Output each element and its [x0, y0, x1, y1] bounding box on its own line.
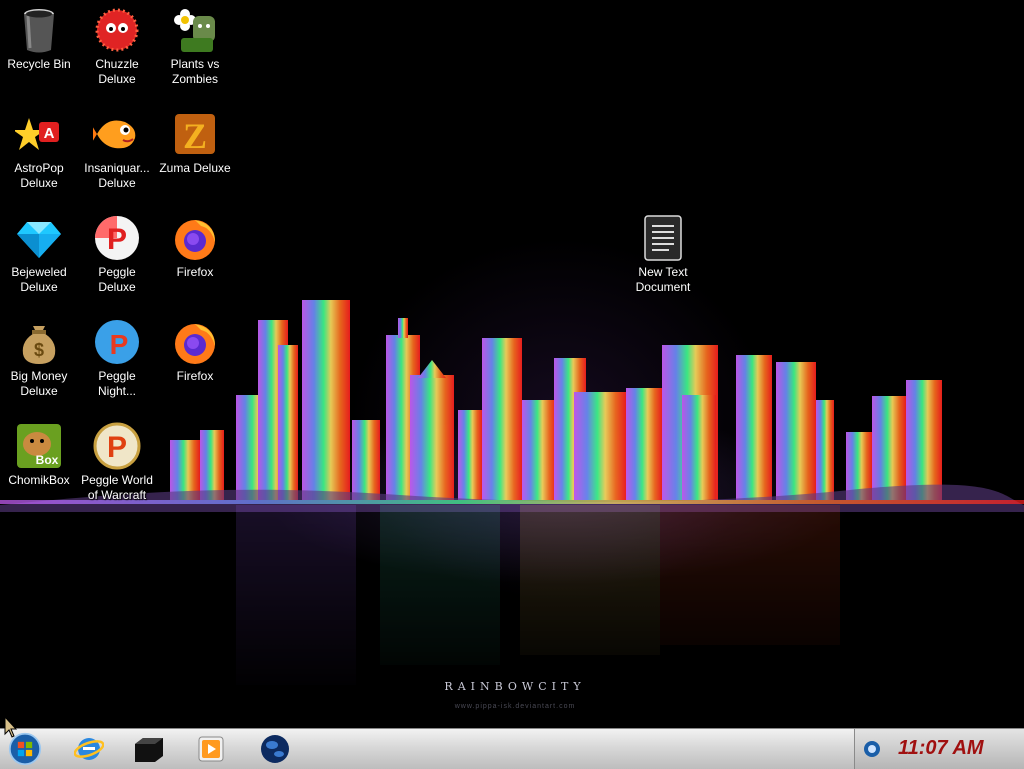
svg-text:Z: Z	[183, 116, 207, 156]
desktop-icon-label: Peggle Night...	[97, 369, 136, 398]
chomikbox-icon: Box	[15, 422, 63, 470]
network-tray-icon	[864, 741, 880, 757]
insaniquarium-icon	[91, 110, 141, 158]
peggle-wow-icon: P	[93, 422, 141, 470]
desktop-icon-label: Plants vs Zombies	[170, 57, 220, 86]
desktop-icon-label: Peggle World of Warcraft	[81, 473, 153, 502]
desktop-icon-big-money[interactable]: $ Big Money Deluxe	[0, 312, 78, 399]
desktop-icon-label: ChomikBox	[8, 473, 70, 487]
chuzzle-icon	[93, 6, 141, 54]
desktop-icon-label: Zuma Deluxe	[159, 161, 231, 175]
wallpaper-credit: www.pippa-isk.deviantart.com	[454, 703, 576, 710]
desktop-icon-label: Big Money Deluxe	[10, 369, 68, 398]
black-box-app-icon	[135, 738, 163, 762]
svg-text:P: P	[107, 431, 127, 464]
taskbar-button-media-player[interactable]	[194, 732, 228, 766]
big-money-icon: $	[15, 318, 63, 366]
clock[interactable]: 11:07 AM	[898, 737, 984, 760]
svg-text:A: A	[44, 125, 55, 142]
svg-text:P: P	[110, 329, 129, 360]
desktop-icon-label: Chuzzle Deluxe	[95, 57, 139, 86]
desktop-icon-peggle-wow[interactable]: P Peggle World of Warcraft	[78, 416, 156, 503]
text-document-icon	[639, 214, 687, 262]
desktop[interactable]: RAINBOWCITY www.pippa-isk.deviantart.com…	[0, 0, 1024, 728]
taskbar-button-globe[interactable]	[258, 732, 292, 766]
peggle-icon: P	[93, 214, 141, 262]
taskbar-button-black-box-app[interactable]	[132, 732, 166, 766]
media-player-icon	[198, 736, 224, 762]
desktop-icon-insaniquarium[interactable]: Insaniquar... Deluxe	[78, 104, 156, 191]
desktop-icon-label: Firefox	[176, 265, 214, 279]
taskbar: 11:07 AM	[0, 728, 1024, 769]
svg-text:P: P	[107, 223, 127, 256]
mouse-cursor-icon	[4, 716, 18, 738]
taskbar-button-internet-explorer[interactable]	[72, 732, 106, 766]
desktop-icon-label: AstroPop Deluxe	[14, 161, 64, 190]
desktop-icon-label: Recycle Bin	[7, 57, 71, 71]
recycle-bin-icon	[15, 6, 63, 54]
desktop-icon-chuzzle[interactable]: Chuzzle Deluxe	[78, 0, 156, 87]
firefox-icon	[171, 318, 219, 366]
desktop-icon-label: Bejeweled Deluxe	[11, 265, 67, 294]
desktop-icon-bejeweled[interactable]: Bejeweled Deluxe	[0, 208, 78, 295]
desktop-icon-chomikbox[interactable]: Box ChomikBox	[0, 416, 78, 488]
desktop-icon-new-text-document[interactable]: New Text Document	[624, 208, 702, 295]
globe-icon	[261, 735, 289, 763]
desktop-icon-zuma[interactable]: Z Zuma Deluxe	[156, 104, 234, 176]
desktop-icon-peggle[interactable]: P Peggle Deluxe	[78, 208, 156, 295]
network-tray-button[interactable]	[863, 740, 881, 763]
desktop-icon-plants-vs-zombies[interactable]: Plants vs Zombies	[156, 0, 234, 87]
desktop-icon-firefox-2[interactable]: Firefox	[156, 312, 234, 384]
wallpaper-title: RAINBOWCITY	[444, 680, 586, 693]
svg-text:Box: Box	[36, 453, 59, 467]
plants-vs-zombies-icon	[171, 6, 219, 54]
zuma-icon: Z	[171, 110, 219, 158]
desktop-icon-label: Peggle Deluxe	[98, 265, 136, 294]
desktop-icon-label: Insaniquar... Deluxe	[84, 161, 150, 190]
peggle-nights-icon: P	[93, 318, 141, 366]
desktop-icon-label: New Text Document	[635, 265, 691, 294]
desktop-icon-firefox[interactable]: Firefox	[156, 208, 234, 280]
internet-explorer-icon	[74, 738, 104, 760]
svg-text:$: $	[34, 340, 44, 360]
desktop-icon-label: Firefox	[176, 369, 214, 383]
desktop-icon-peggle-nights[interactable]: P Peggle Night...	[78, 312, 156, 399]
bejeweled-icon	[15, 214, 63, 262]
astropop-icon: A	[13, 110, 63, 158]
firefox-icon	[171, 214, 219, 262]
desktop-icon-recycle-bin[interactable]: Recycle Bin	[0, 0, 78, 72]
desktop-icon-astropop[interactable]: A AstroPop Deluxe	[0, 104, 78, 191]
